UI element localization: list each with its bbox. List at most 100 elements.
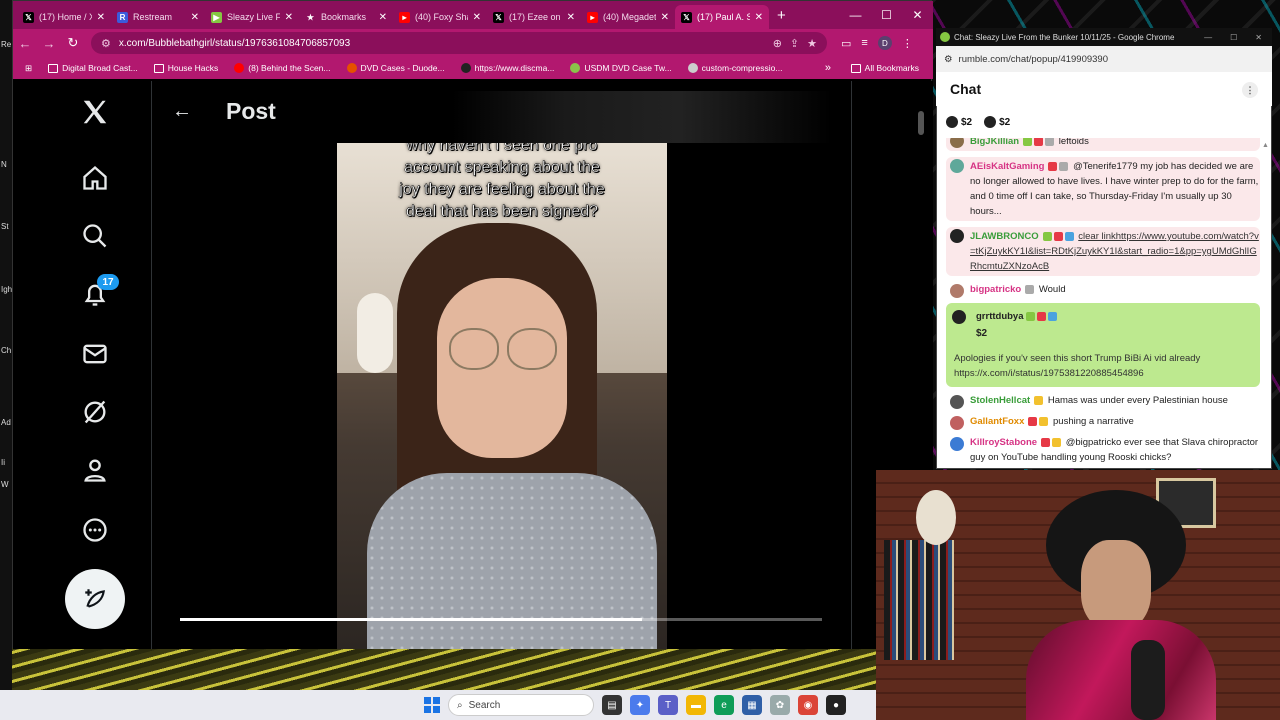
username[interactable]: StolenHellcat <box>970 395 1030 406</box>
task-view-icon[interactable]: ▤ <box>602 695 622 715</box>
windows-start-icon[interactable] <box>424 697 440 713</box>
bookmark-item[interactable]: DVD Cases - Duode... <box>341 63 451 73</box>
home-icon[interactable] <box>78 161 112 195</box>
site-info-icon[interactable]: ⚙ <box>101 37 111 50</box>
video-player[interactable]: why haven't I seen one pro account speak… <box>172 143 832 649</box>
username[interactable]: GallantFoxx <box>970 416 1024 427</box>
bookmark-item[interactable]: House Hacks <box>148 63 225 73</box>
search-icon: ⌕ <box>457 699 463 711</box>
chat-title: Chat <box>950 81 982 97</box>
avatar <box>984 116 997 128</box>
edge-icon[interactable]: e <box>714 695 734 715</box>
scrollbar[interactable] <box>918 111 924 135</box>
caption-line: account speaking about the <box>404 159 600 176</box>
x-logo-icon[interactable] <box>78 95 112 129</box>
file-explorer-icon[interactable]: ▬ <box>686 695 706 715</box>
new-tab-button[interactable]: + <box>777 7 786 24</box>
menu-icon[interactable]: ⋮ <box>902 37 913 50</box>
site-info-icon[interactable]: ⚙ <box>944 54 953 65</box>
chevron-right-icon[interactable]: » <box>819 62 837 74</box>
share-icon[interactable]: ⇪ <box>790 37 799 50</box>
profile-icon[interactable] <box>78 453 112 487</box>
teams-icon[interactable]: T <box>658 695 678 715</box>
close-icon[interactable]: ✕ <box>473 12 481 23</box>
zoom-icon[interactable]: ⊕ <box>773 37 782 50</box>
rant-text[interactable]: Apologies if you'v seen this short Trump… <box>954 351 1252 381</box>
chrome-icon[interactable]: ◉ <box>798 695 818 715</box>
left-strip: Re N St Igh Ch Ad Ii W <box>0 0 12 690</box>
omnibox[interactable]: ⚙ x.com/Bubblebathgirl/status/1976361084… <box>91 32 827 54</box>
apps-icon[interactable]: ⊞ <box>19 63 38 74</box>
taskbar: ⌕ Search ▤ ✦ T ▬ e ▦ ✿ ◉ ● <box>0 690 876 720</box>
username[interactable]: bigpatricko <box>970 284 1021 295</box>
chat-window-title: Chat: Sleazy Live From the Bunker 10/11/… <box>954 32 1175 42</box>
search-placeholder: Search <box>468 699 501 711</box>
strip-label: Ch <box>1 346 12 355</box>
tab-active[interactable]: 𝕏 (17) Paul A. S ✕ <box>675 5 769 29</box>
mail-icon[interactable] <box>78 337 112 371</box>
forward-icon[interactable]: → <box>37 36 61 51</box>
grok-icon[interactable] <box>78 395 112 429</box>
avatar <box>950 395 964 409</box>
taskbar-search[interactable]: ⌕ Search <box>448 694 594 716</box>
close-window-icon[interactable]: ✕ <box>902 1 933 29</box>
video-progress-bar[interactable] <box>180 618 822 621</box>
username[interactable]: BigJKillian <box>970 138 1019 147</box>
cast-icon[interactable]: ▭ <box>841 37 851 50</box>
username[interactable]: AEisKaltGaming <box>970 161 1044 172</box>
close-icon[interactable]: ✕ <box>661 12 669 23</box>
profile-avatar[interactable]: D <box>877 36 892 50</box>
bookmark-item[interactable]: custom-compressio... <box>682 63 789 73</box>
search-icon[interactable] <box>78 219 112 253</box>
username[interactable]: KillroyStabone <box>970 437 1037 448</box>
back-icon[interactable]: ← <box>13 36 37 51</box>
tab[interactable]: 𝕏 (17) Home / X ✕ <box>17 5 111 29</box>
username[interactable]: grrttdubya <box>976 311 1024 322</box>
tip-item[interactable]: $2 <box>946 116 972 128</box>
bookmark-star-icon[interactable]: ★ <box>807 37 817 50</box>
chat-url-bar[interactable]: ⚙ rumble.com/chat/popup/419909390 <box>936 46 1272 72</box>
bookmark-item[interactable]: https://www.discma... <box>455 63 561 73</box>
strip-label: N <box>1 160 7 169</box>
bookmark-item[interactable]: Digital Broad Cast... <box>42 63 144 73</box>
tab[interactable]: ▶ Sleazy Live Fr ✕ <box>205 5 299 29</box>
reload-icon[interactable]: ↻ <box>61 35 85 51</box>
chat-scroll-up-icon[interactable]: ▲ <box>1262 142 1269 152</box>
tab[interactable]: ▸ (40) Megadet ✕ <box>581 5 675 29</box>
tab-label: (17) Paul A. S <box>697 12 750 22</box>
username[interactable]: JLAWBRONCO <box>970 231 1039 242</box>
close-icon[interactable]: ✕ <box>97 12 105 23</box>
tab[interactable]: 𝕏 (17) Ezee on ✕ <box>487 5 581 29</box>
tip-item[interactable]: $2 <box>984 116 1010 128</box>
minimize-icon[interactable]: — <box>840 1 871 29</box>
chat-messages[interactable]: BigJKillian leftoids AEisKaltGaming @Ten… <box>946 138 1260 469</box>
rant-message: grrttdubya $2 Apologies if you'v seen th… <box>946 303 1260 387</box>
app-icon[interactable]: ✿ <box>770 695 790 715</box>
tab[interactable]: ▸ (40) Foxy Sha ✕ <box>393 5 487 29</box>
close-icon[interactable]: ✕ <box>1255 33 1262 42</box>
obs-icon[interactable]: ● <box>826 695 846 715</box>
back-arrow-icon[interactable]: ← <box>172 100 192 123</box>
maximize-icon[interactable]: ☐ <box>1230 33 1237 42</box>
bookmark-item[interactable]: (8) Behind the Scen... <box>228 63 336 73</box>
close-icon[interactable]: ✕ <box>379 12 387 23</box>
maximize-icon[interactable]: ☐ <box>871 1 902 29</box>
close-icon[interactable]: ✕ <box>285 12 293 23</box>
copilot-icon[interactable]: ✦ <box>630 695 650 715</box>
close-icon[interactable]: ✕ <box>191 12 199 23</box>
all-bookmarks[interactable]: All Bookmarks <box>845 63 925 73</box>
media-icon[interactable]: ≡ <box>861 37 867 49</box>
minimize-icon[interactable]: — <box>1204 33 1212 42</box>
stripe-band <box>0 648 880 690</box>
bookmark-item[interactable]: USDM DVD Case Tw... <box>564 63 677 73</box>
tab[interactable]: ★ Bookmarks ✕ <box>299 5 393 29</box>
close-icon[interactable]: ✕ <box>567 12 575 23</box>
tab[interactable]: R Restream ✕ <box>111 5 205 29</box>
more-icon[interactable] <box>78 513 112 547</box>
caption-line: deal that has been signed? <box>405 203 599 220</box>
compose-post-button[interactable] <box>65 569 125 629</box>
more-options-icon[interactable]: ⋮ <box>1242 82 1258 98</box>
store-icon[interactable]: ▦ <box>742 695 762 715</box>
caption-line: why haven't I seen one pro <box>406 143 598 154</box>
close-icon[interactable]: ✕ <box>755 12 763 23</box>
